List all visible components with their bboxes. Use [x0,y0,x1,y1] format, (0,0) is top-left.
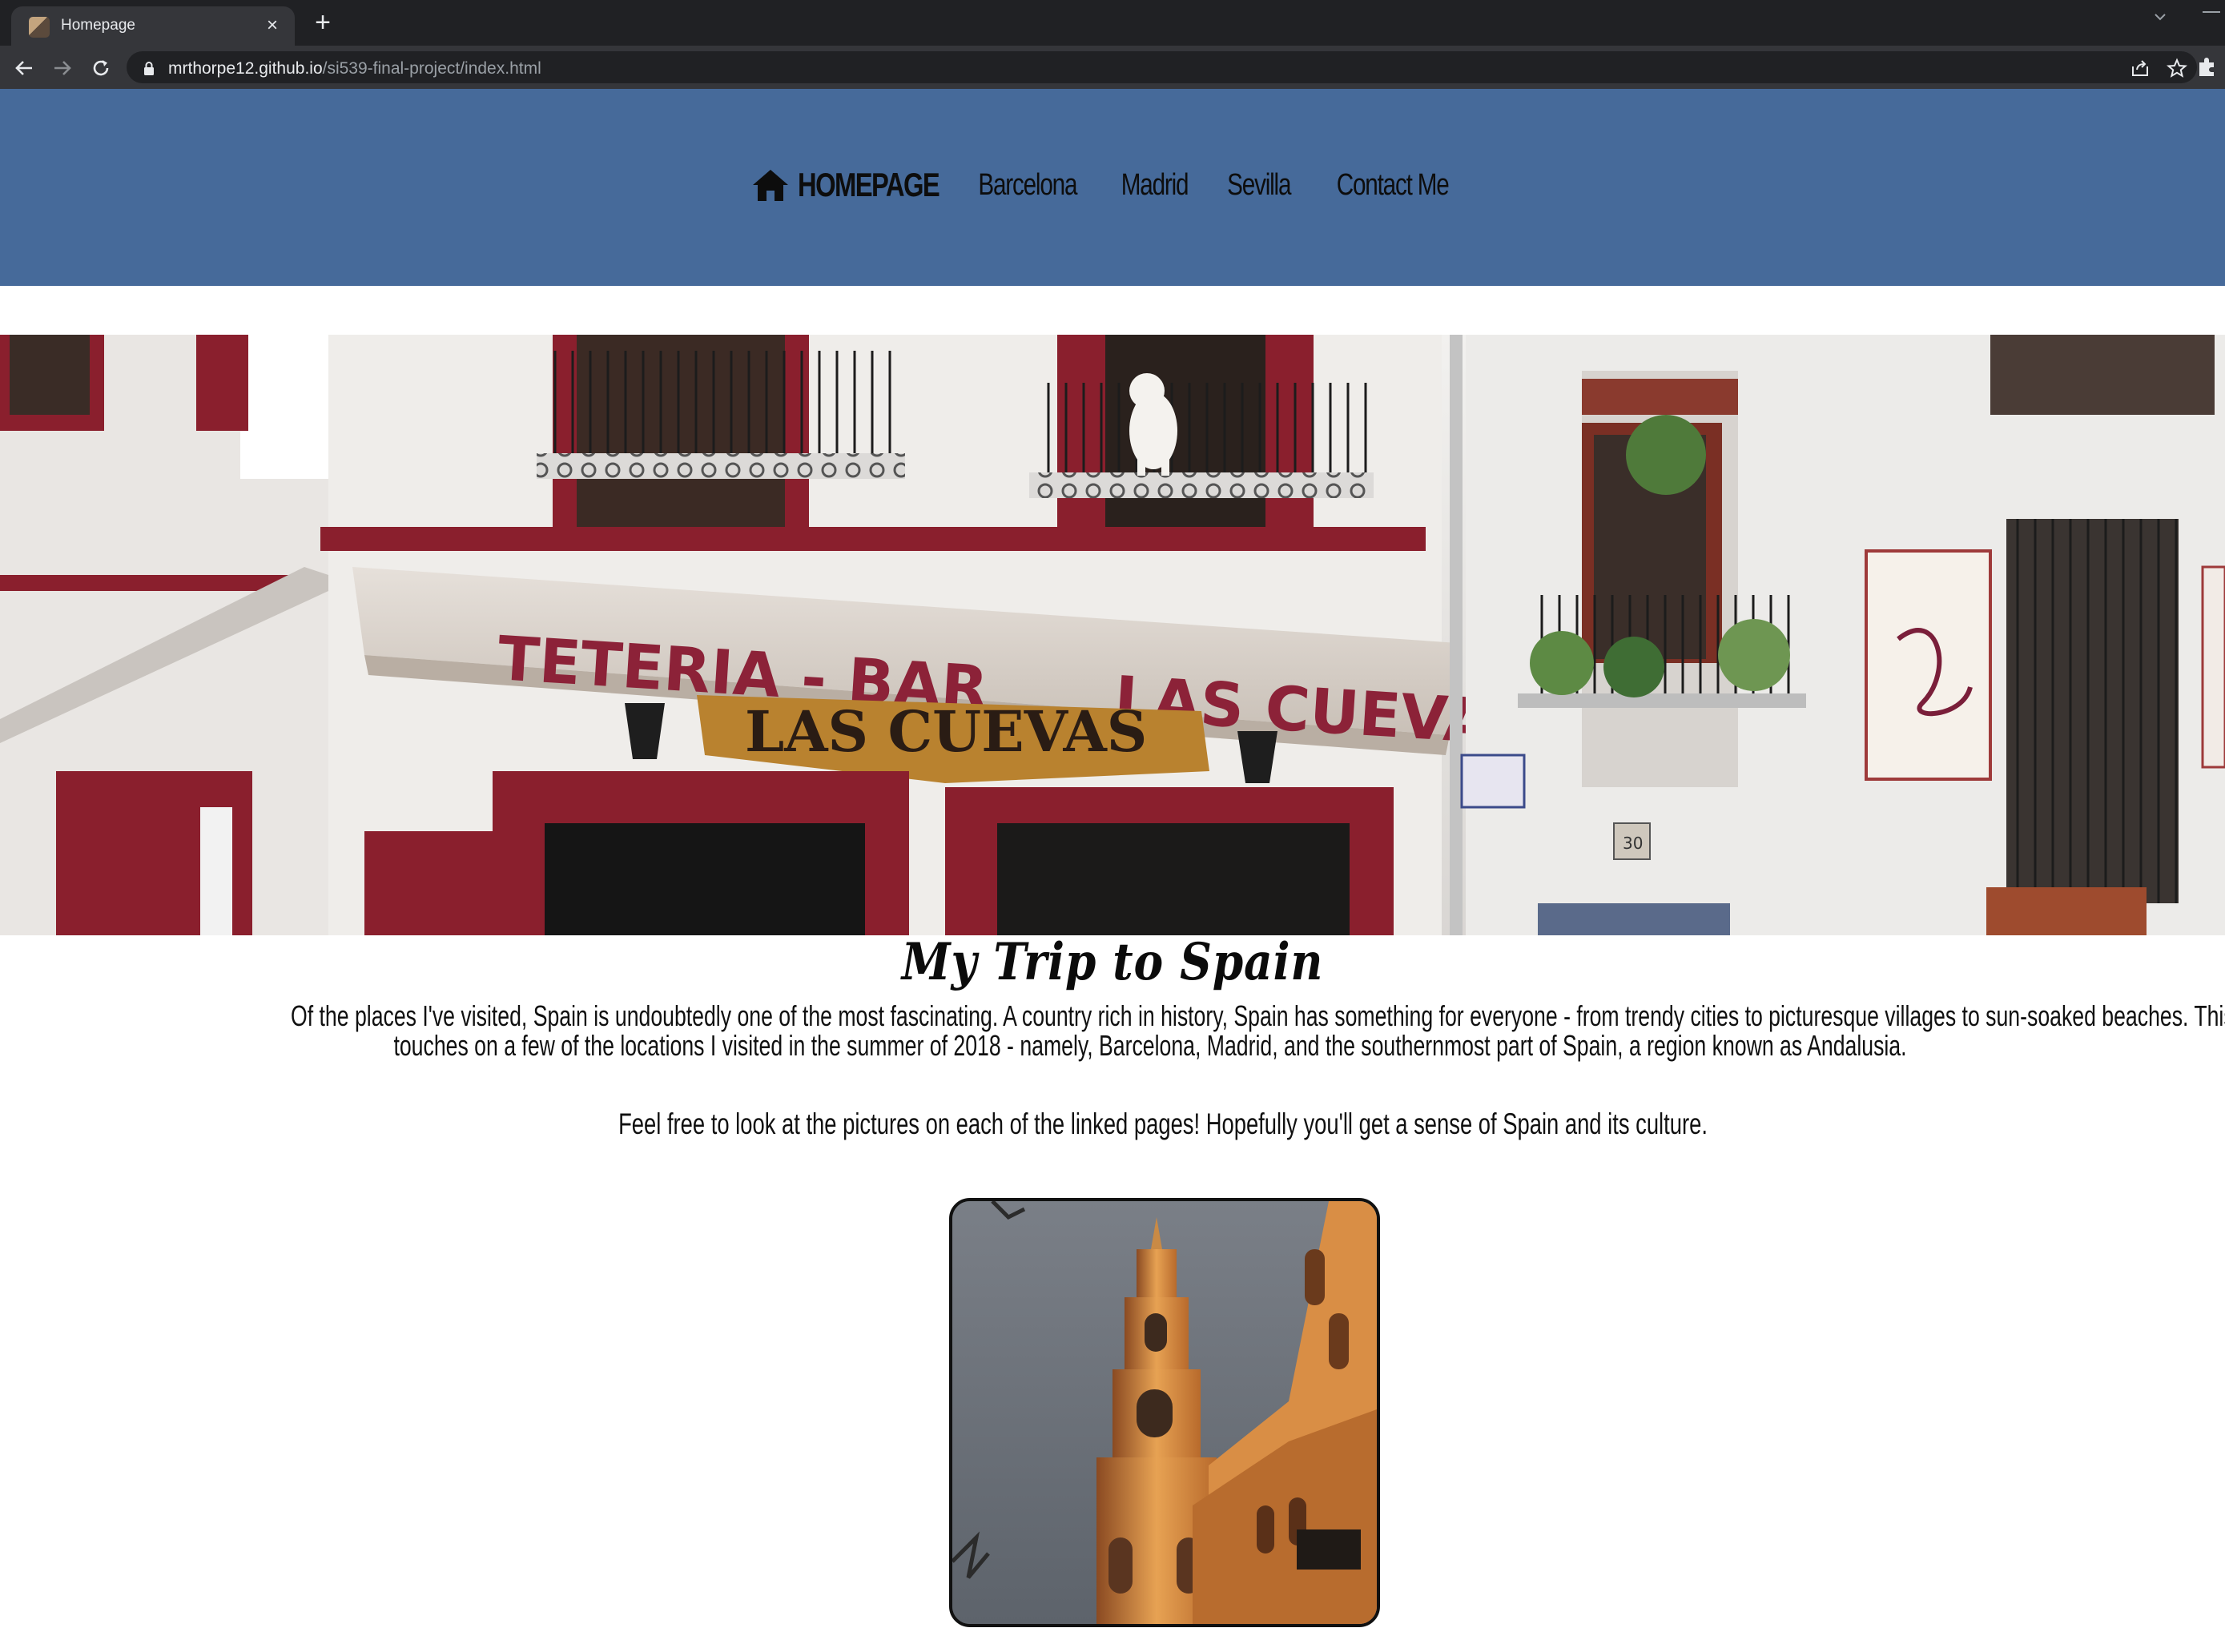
home-icon [753,170,789,201]
tab-title: Homepage [61,17,135,34]
nav-link-madrid[interactable]: Madrid [1121,168,1189,203]
minimize-icon[interactable] [2203,11,2220,13]
nav-home-link[interactable]: HOMEPAGE [751,166,956,204]
wooden-sign-text: LAS CUEVAS [745,698,1147,765]
house-number: 30 [1623,834,1643,853]
intro-paragraph-2: Feel free to look at the pictures on eac… [618,1107,1708,1140]
forward-arrow-icon[interactable] [50,55,75,81]
bookmark-star-icon[interactable] [2167,58,2187,78]
address-bar[interactable]: mrthorpe12.github.io/si539-final-project… [127,51,2197,83]
hero-image: TETERIA - BAR LAS CUEVAS LAS CUEVAS 30 [0,335,2225,935]
url-host: mrthorpe12.github.io [168,59,323,78]
browser-tab-bar: Homepage × + [0,0,2225,46]
hero-street-facade-photo: TETERIA - BAR LAS CUEVAS LAS CUEVAS 30 [0,335,2225,935]
featured-photo [949,1198,1380,1627]
lock-icon[interactable] [143,61,155,75]
intro-paragraph: Of the places I've visited, Spain is und… [0,1001,2225,1060]
favicon-icon [29,17,50,38]
intro-line-2: touches on a few of the locations I visi… [393,1029,1907,1062]
nav-link-sevilla[interactable]: Sevilla [1228,168,1292,203]
nav-home-label: HOMEPAGE [798,166,940,203]
site-header: HOMEPAGE Barcelona Madrid Sevilla Contac… [0,89,2225,286]
main-nav: HOMEPAGE Barcelona Madrid Sevilla Contac… [0,166,2225,204]
page-title: My Trip to Spain [901,932,1324,992]
new-tab-button[interactable]: + [309,9,336,37]
extensions-puzzle-icon[interactable] [2196,55,2219,78]
giralda-tower-photo [952,1201,1377,1624]
nav-link-barcelona[interactable]: Barcelona [978,168,1077,203]
nav-link-contact[interactable]: Contact Me [1337,168,1450,203]
share-icon[interactable] [2130,58,2151,78]
browser-tab[interactable]: Homepage × [11,6,295,46]
url-text[interactable]: mrthorpe12.github.io/si539-final-project… [168,59,541,78]
browser-toolbar: mrthorpe12.github.io/si539-final-project… [0,46,2225,89]
back-arrow-icon[interactable] [11,55,37,81]
tab-close-icon[interactable]: × [261,14,284,37]
intro-line-1: Of the places I've visited, Spain is und… [291,999,2225,1032]
url-path: /si539-final-project/index.html [322,59,541,78]
reload-icon[interactable] [88,55,114,81]
tab-search-chevron-icon[interactable] [2151,8,2169,26]
